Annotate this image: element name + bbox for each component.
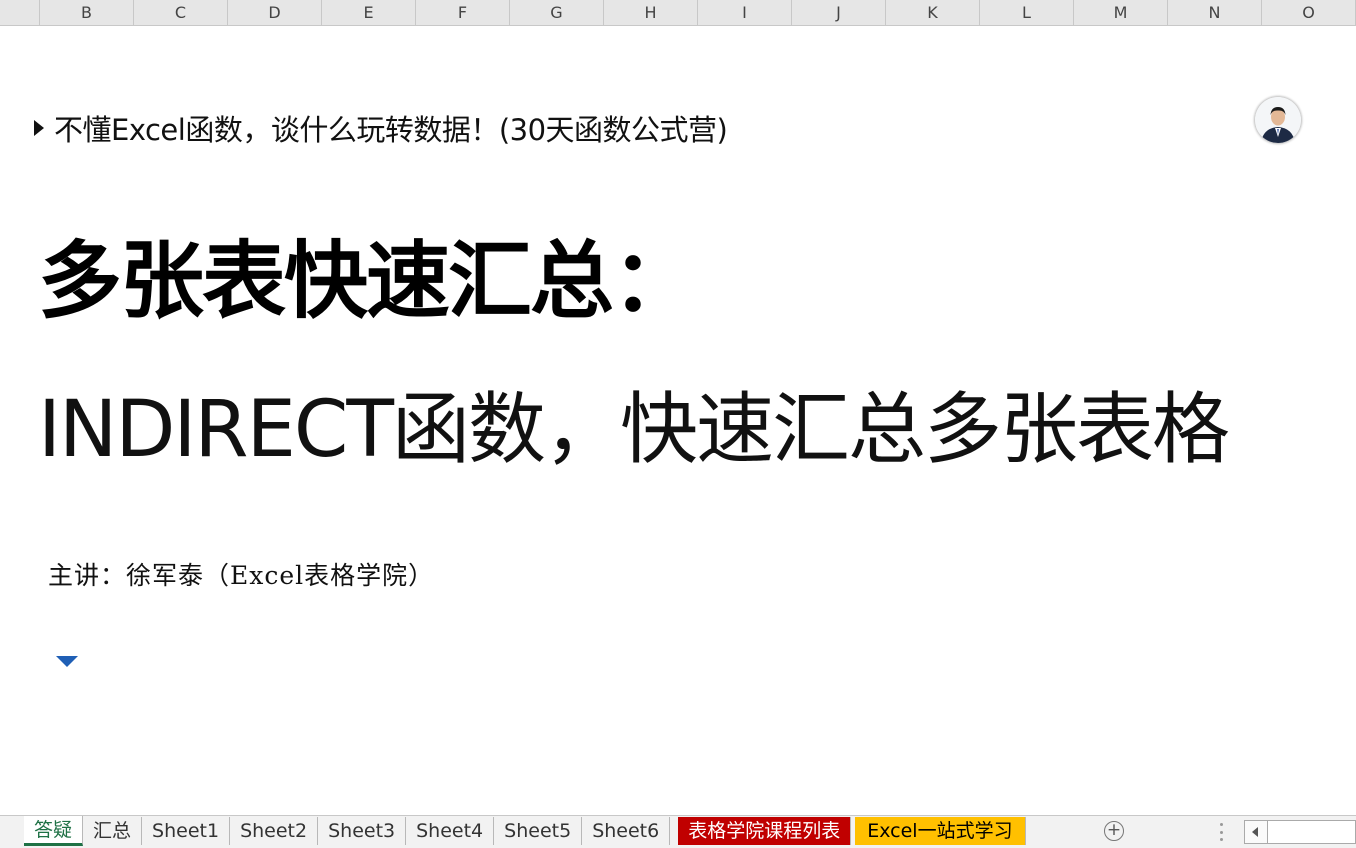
column-header-J[interactable]: J [792, 0, 886, 25]
main-title: 多张表快速汇总： [38, 232, 696, 330]
column-header-O[interactable]: O [1262, 0, 1356, 25]
sheet-tab-excel-learning[interactable]: Excel一站式学习 [855, 817, 1026, 845]
column-header-bar: B C D E F G H I J K L M N O [0, 0, 1356, 26]
avatar-image [1255, 97, 1301, 143]
column-header-N[interactable]: N [1168, 0, 1262, 25]
sheet-tab[interactable]: Sheet1 [142, 817, 231, 845]
sheet-tab[interactable]: Sheet2 [230, 817, 319, 845]
column-header-D[interactable]: D [228, 0, 322, 25]
column-header-partial[interactable] [0, 0, 40, 25]
headline: INDIRECT函数，快速汇总多张表格 [38, 385, 1230, 475]
sheet-tab[interactable]: Sheet6 [582, 817, 671, 845]
presenter-avatar[interactable] [1255, 97, 1301, 143]
play-triangle-icon [34, 120, 44, 136]
dropdown-arrow-icon[interactable] [56, 656, 78, 667]
plus-circle-icon[interactable]: + [1104, 821, 1124, 841]
scroll-left-icon[interactable] [1244, 820, 1268, 844]
subtitle-text: 不懂Excel函数，谈什么玩转数据！(30天函数公式营) [54, 113, 728, 147]
sheet-tab-course-list[interactable]: 表格学院课程列表 [678, 817, 852, 845]
horizontal-scrollbar[interactable] [1268, 820, 1356, 844]
sheet-tab[interactable]: Sheet4 [406, 817, 495, 845]
sheet-tabs: 答疑 汇总 Sheet1 Sheet2 Sheet3 Sheet4 Sheet5… [24, 816, 1026, 848]
subtitle-row: 不懂Excel函数，谈什么玩转数据！(30天函数公式营) [34, 108, 728, 148]
tab-splitter-handle[interactable] [1220, 823, 1224, 841]
sheet-tab[interactable]: Sheet3 [318, 817, 407, 845]
sheet-tab[interactable]: Sheet5 [494, 817, 583, 845]
column-header-E[interactable]: E [322, 0, 416, 25]
presenter-credit: 主讲：徐军泰（Excel表格学院） [48, 561, 435, 590]
column-header-C[interactable]: C [134, 0, 228, 25]
column-header-B[interactable]: B [40, 0, 134, 25]
column-header-L[interactable]: L [980, 0, 1074, 25]
column-header-F[interactable]: F [416, 0, 510, 25]
column-header-M[interactable]: M [1074, 0, 1168, 25]
column-header-H[interactable]: H [604, 0, 698, 25]
column-header-I[interactable]: I [698, 0, 792, 25]
sheet-tab[interactable]: 汇总 [83, 817, 143, 845]
column-header-G[interactable]: G [510, 0, 604, 25]
sheet-tab-active[interactable]: 答疑 [24, 816, 84, 846]
sheet-tab-bar: 答疑 汇总 Sheet1 Sheet2 Sheet3 Sheet4 Sheet5… [0, 815, 1356, 848]
column-header-K[interactable]: K [886, 0, 980, 25]
